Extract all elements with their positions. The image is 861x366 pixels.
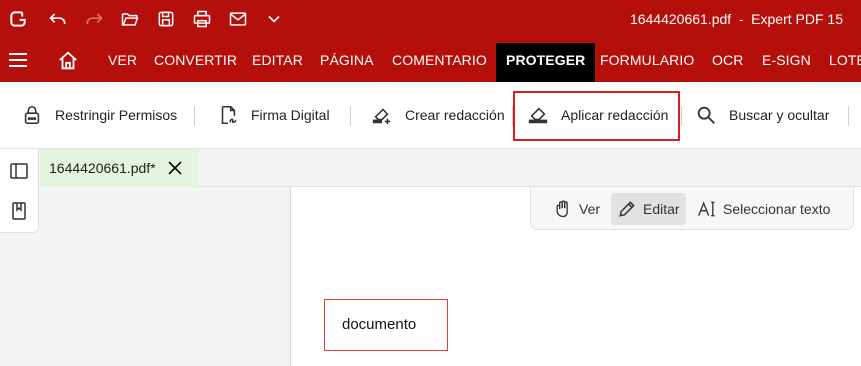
window-title-app: Expert PDF 15	[751, 11, 843, 27]
search-and-hide-label: Buscar y ocultar	[729, 107, 830, 123]
lock-icon	[24, 105, 40, 125]
text-box-content: documento	[342, 316, 417, 333]
text-cursor-icon	[698, 201, 715, 217]
pencil-icon	[619, 201, 635, 217]
save-icon[interactable]	[154, 7, 178, 31]
tab-ver[interactable]: VER	[108, 52, 137, 68]
open-folder-icon[interactable]	[118, 7, 142, 31]
digital-signature-label: Firma Digital	[251, 107, 330, 123]
close-icon[interactable]	[166, 159, 184, 177]
tab-pagina[interactable]: PÁGINA	[320, 52, 374, 68]
create-redaction-button[interactable]: Crear redacción	[371, 100, 505, 130]
window-title-filename: 1644420661.pdf	[629, 11, 732, 27]
hand-icon	[556, 200, 568, 218]
tab-editar[interactable]: EDITAR	[252, 52, 303, 68]
search-icon	[697, 106, 715, 124]
tab-convertir[interactable]: CONVERTIR	[154, 52, 237, 68]
view-mode-label: Ver	[579, 201, 601, 217]
restrict-permissions-label: Restringir Permisos	[55, 107, 178, 123]
tab-lote[interactable]: LOTE	[829, 52, 861, 68]
hamburger-menu-icon[interactable]	[8, 50, 28, 70]
side-pane	[0, 187, 291, 366]
edit-mode-button[interactable]: Editar	[611, 193, 686, 225]
ribbon-divider	[194, 106, 195, 126]
tab-comentario[interactable]: COMENTARIO	[392, 52, 487, 68]
chevron-down-icon[interactable]	[262, 7, 286, 31]
menu-bar: VER CONVERTIR EDITAR PÁGINA COMENTARIO P…	[0, 38, 861, 82]
create-redaction-label: Crear redacción	[405, 107, 505, 123]
mode-toolbar: Ver Editar Seleccionar texto	[530, 187, 854, 230]
tab-e-sign[interactable]: E-SIGN	[762, 52, 811, 68]
title-bar: 1644420661.pdf - Expert PDF 15	[0, 0, 861, 38]
undo-icon[interactable]	[46, 7, 70, 31]
search-and-hide-button[interactable]: Buscar y ocultar	[695, 100, 829, 130]
eraser-plus-icon	[372, 108, 391, 125]
bookmark-icon[interactable]	[9, 201, 29, 221]
tab-ocr[interactable]: OCR	[712, 52, 743, 68]
ribbon-divider	[681, 106, 682, 126]
text-box[interactable]: documento	[324, 299, 448, 351]
tab-proteger[interactable]: PROTEGER	[496, 43, 596, 82]
edit-mode-label: Editar	[643, 201, 680, 217]
redo-icon[interactable]	[82, 7, 106, 31]
left-rail	[0, 149, 39, 233]
app-logo-icon[interactable]	[6, 7, 30, 31]
view-mode-button[interactable]: Ver	[547, 193, 606, 225]
ribbon-toolbar: Restringir Permisos Firma Digital Crear …	[0, 82, 861, 149]
ribbon-divider	[848, 106, 849, 126]
digital-signature-button[interactable]: Firma Digital	[217, 100, 330, 130]
print-icon[interactable]	[190, 7, 214, 31]
select-text-mode-button[interactable]: Seleccionar texto	[691, 193, 836, 225]
ribbon-divider	[350, 106, 351, 126]
panel-toggle-icon[interactable]	[9, 161, 29, 181]
select-text-mode-label: Seleccionar texto	[723, 201, 831, 217]
signature-document-icon	[221, 105, 237, 125]
window-title: 1644420661.pdf - Expert PDF 15	[630, 11, 843, 27]
highlight-box	[513, 91, 680, 141]
window-title-separator: -	[738, 11, 744, 27]
document-tab-label: 1644420661.pdf*	[49, 160, 156, 176]
document-tab[interactable]: 1644420661.pdf*	[40, 149, 198, 187]
email-icon[interactable]	[226, 7, 250, 31]
tab-formulario[interactable]: FORMULARIO	[600, 52, 694, 68]
restrict-permissions-button[interactable]: Restringir Permisos	[21, 100, 177, 130]
home-icon[interactable]	[57, 50, 79, 72]
